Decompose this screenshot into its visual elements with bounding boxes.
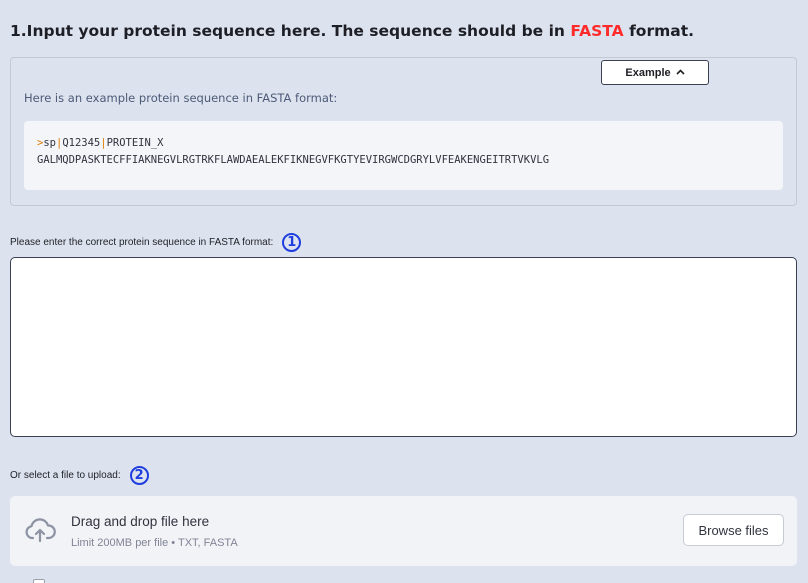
fasta-accession: Q12345 <box>62 137 101 149</box>
heading-fasta-accent: FASTA <box>570 22 624 40</box>
heading-text: 1.Input your protein sequence here. The … <box>10 22 571 40</box>
chevron-up-icon <box>676 67 685 78</box>
example-caption: Here is an example protein sequence in F… <box>24 91 338 105</box>
upload-label-row: Or select a file to upload: 2 <box>10 466 149 485</box>
browse-files-button[interactable]: Browse files <box>683 514 784 546</box>
example-panel: Example Here is an example protein seque… <box>10 57 797 206</box>
step-2-badge: 2 <box>129 466 149 485</box>
section-heading: 1.Input your protein sequence here. The … <box>10 22 694 40</box>
fasta-db: sp <box>43 137 56 149</box>
dropzone-title: Drag and drop file here <box>71 514 210 529</box>
heading-text-end: format. <box>623 22 695 40</box>
example-toggle-button[interactable]: Example <box>601 60 709 85</box>
upload-label: Or select a file to upload: <box>10 470 121 481</box>
file-dropzone[interactable]: Drag and drop file here Limit 200MB per … <box>10 496 797 566</box>
fasta-protein-name: PROTEIN_X <box>106 137 164 149</box>
step-1-badge: 1 <box>282 233 302 252</box>
sequence-input[interactable] <box>10 257 797 437</box>
example-code-block: >sp|Q12345|PROTEIN_X GALMQDPASKTECFFIAKN… <box>24 121 783 190</box>
checkbox[interactable] <box>33 579 45 583</box>
example-button-label: Example <box>625 66 671 79</box>
cloud-upload-icon <box>24 517 56 543</box>
sequence-input-label-row: Please enter the correct protein sequenc… <box>10 233 302 252</box>
dropzone-limit: Limit 200MB per file • TXT, FASTA <box>71 537 238 549</box>
sequence-input-label: Please enter the correct protein sequenc… <box>10 237 274 248</box>
fasta-header-line: >sp|Q12345|PROTEIN_X <box>37 135 783 152</box>
fasta-sequence-line: GALMQDPASKTECFFIAKNEGVLRGTRKFLAWDAEALEKF… <box>37 154 550 166</box>
